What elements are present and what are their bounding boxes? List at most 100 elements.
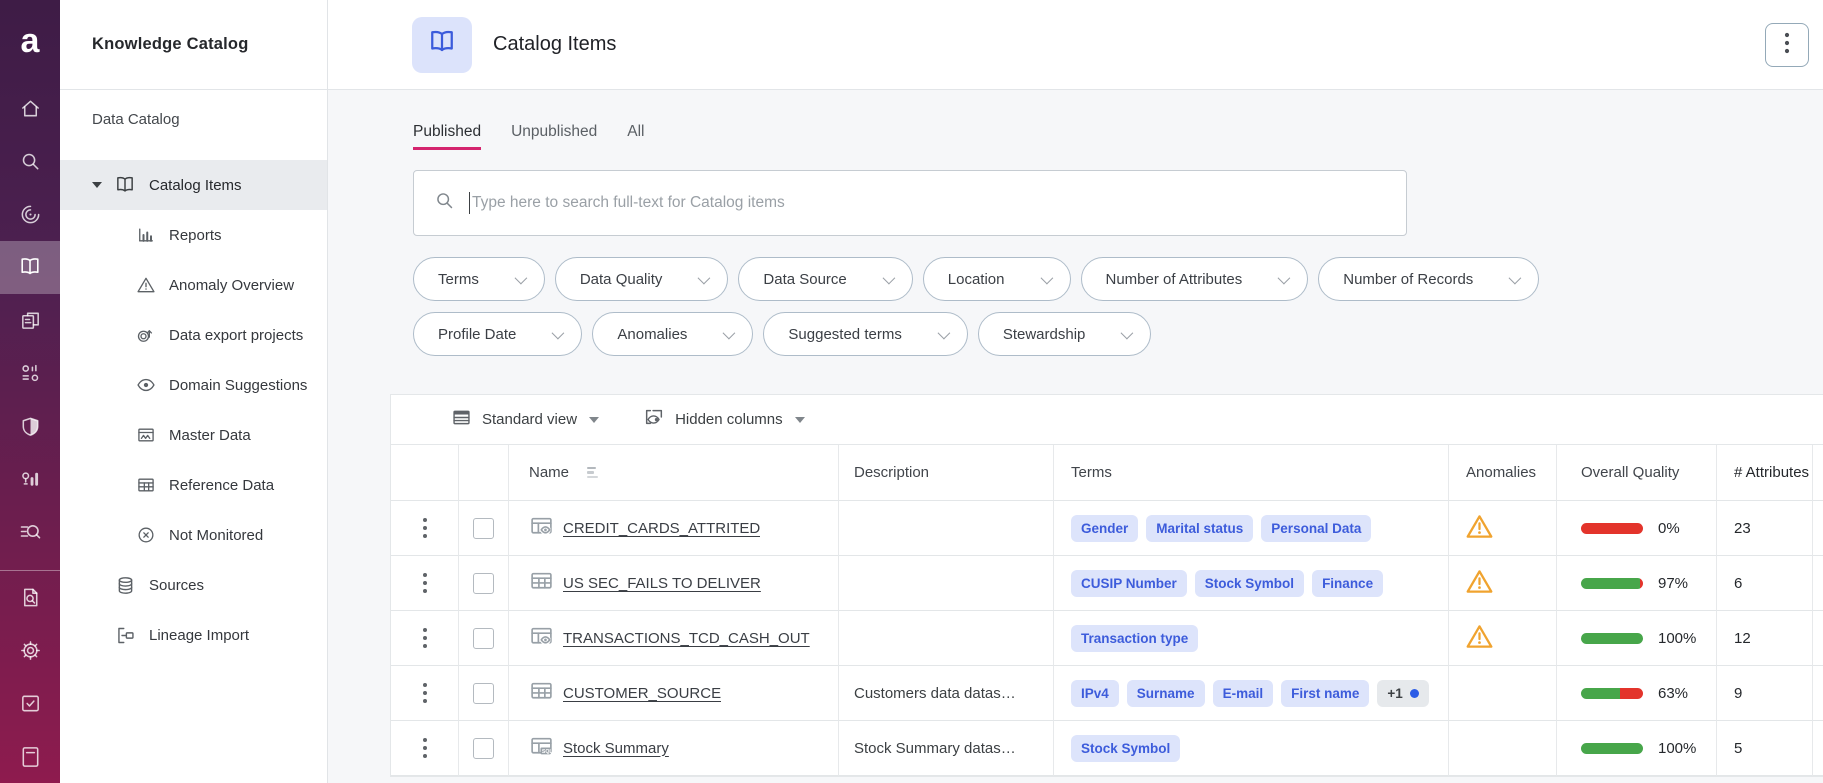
item-name-link[interactable]: CUSTOMER_SOURCE: [563, 685, 721, 702]
document-search-icon[interactable]: [0, 571, 60, 624]
sidebar-item-reports[interactable]: Reports: [60, 210, 327, 260]
row-menu-button[interactable]: [417, 512, 433, 544]
tab-published[interactable]: Published: [413, 123, 481, 150]
row-menu-button[interactable]: [417, 677, 433, 709]
chevron-down-icon: [1278, 271, 1291, 284]
more-terms-chip[interactable]: +1: [1377, 680, 1428, 707]
documents-icon[interactable]: [0, 294, 60, 347]
header-sliver-cell: [1813, 445, 1823, 501]
attribute-count: 5: [1717, 721, 1813, 776]
term-chip[interactable]: Finance: [1312, 570, 1383, 597]
brand-logo[interactable]: a: [0, 0, 60, 82]
insights-icon[interactable]: [0, 453, 60, 506]
item-name-link[interactable]: TRANSACTIONS_TCD_CASH_OUT: [563, 630, 810, 647]
table-rows-icon: [451, 407, 472, 433]
term-chip[interactable]: Surname: [1127, 680, 1205, 707]
home-icon[interactable]: [0, 82, 60, 135]
sidebar-item-not-monitored[interactable]: Not Monitored: [60, 510, 327, 560]
item-name-link[interactable]: US SEC_FAILS TO DELIVER: [563, 575, 761, 592]
warning-triangle-icon: [136, 275, 156, 295]
kebab-menu-icon: [1784, 31, 1790, 58]
sidebar-item-catalog-items[interactable]: Catalog Items: [60, 160, 327, 210]
sidebar-section-label: Data Catalog: [60, 104, 327, 134]
filter-suggested-terms[interactable]: Suggested terms: [763, 312, 967, 356]
card-icon[interactable]: [0, 730, 60, 783]
shield-icon[interactable]: [0, 400, 60, 453]
chevron-down-icon: [514, 271, 527, 284]
row-menu-button[interactable]: [417, 567, 433, 599]
sidebar-item-sources[interactable]: Sources: [60, 560, 327, 610]
chevron-down-icon: [1121, 326, 1134, 339]
quality-percent: 97%: [1658, 575, 1688, 592]
circle-x-icon: [136, 525, 156, 545]
filter-stewardship[interactable]: Stewardship: [978, 312, 1152, 356]
term-chip[interactable]: Transaction type: [1071, 625, 1198, 652]
page-menu-button[interactable]: [1765, 23, 1809, 67]
sidebar-item-reference-data[interactable]: Reference Data: [60, 460, 327, 510]
hidden-columns-selector[interactable]: Hidden columns: [643, 406, 805, 433]
filter-anomalies[interactable]: Anomalies: [592, 312, 753, 356]
page-icon-tile: [412, 17, 472, 73]
filter-data-quality[interactable]: Data Quality: [555, 257, 729, 301]
item-name-link[interactable]: CREDIT_CARDS_ATTRITED: [563, 520, 760, 537]
filter-number-of-attributes[interactable]: Number of Attributes: [1081, 257, 1309, 301]
term-chip[interactable]: IPv4: [1071, 680, 1119, 707]
app-window: a: [0, 0, 1823, 783]
term-chip[interactable]: Marital status: [1146, 515, 1253, 542]
settings-gear-icon[interactable]: [0, 624, 60, 677]
row-checkbox[interactable]: [473, 573, 494, 594]
page-body: Published Unpublished All Terms Data Qua…: [328, 90, 1823, 777]
filter-data-source[interactable]: Data Source: [738, 257, 912, 301]
search-box[interactable]: [413, 170, 1407, 236]
term-chip[interactable]: E-mail: [1213, 680, 1274, 707]
sidebar-item-domain-suggestions[interactable]: Domain Suggestions: [60, 360, 327, 410]
table-header-row: Name Description Terms Anomalies Overall…: [391, 445, 1823, 501]
search-icon[interactable]: [0, 135, 60, 188]
row-checkbox[interactable]: [473, 683, 494, 704]
data-discovery-icon[interactable]: [0, 506, 60, 559]
row-menu-button[interactable]: [417, 732, 433, 764]
profiling-target-icon[interactable]: [0, 188, 60, 241]
row-checkbox[interactable]: [473, 738, 494, 759]
lineage-icon: [115, 625, 136, 646]
search-input[interactable]: [472, 194, 1386, 212]
table-row: US SEC_FAILS TO DELIVER CUSIP Number Sto…: [391, 556, 1823, 611]
main-content: Catalog Items Published Unpublished All: [328, 0, 1823, 783]
filter-number-of-records[interactable]: Number of Records: [1318, 257, 1539, 301]
sidebar-item-lineage-import[interactable]: Lineage Import: [60, 610, 327, 660]
filter-terms[interactable]: Terms: [413, 257, 545, 301]
item-name-link[interactable]: Stock Summary: [563, 740, 669, 757]
row-checkbox[interactable]: [473, 628, 494, 649]
row-menu-button[interactable]: [417, 622, 433, 654]
column-header-description: Description: [839, 445, 1054, 501]
sort-icon[interactable]: [587, 467, 598, 479]
tab-all[interactable]: All: [627, 123, 644, 150]
quality-percent: 100%: [1658, 740, 1696, 757]
filter-profile-date[interactable]: Profile Date: [413, 312, 582, 356]
filter-location[interactable]: Location: [923, 257, 1071, 301]
tasks-check-icon[interactable]: [0, 677, 60, 730]
tab-unpublished[interactable]: Unpublished: [511, 123, 597, 150]
reports-icon[interactable]: [0, 347, 60, 400]
term-chip[interactable]: CUSIP Number: [1071, 570, 1187, 597]
table-grid-icon: [529, 679, 554, 708]
term-chip[interactable]: First name: [1281, 680, 1369, 707]
column-header-name[interactable]: Name: [509, 445, 839, 501]
chevron-down-icon: [1040, 271, 1053, 284]
gear-export-icon: [136, 325, 156, 345]
chevron-down-icon: [1509, 271, 1522, 284]
sidebar-item-anomaly-overview[interactable]: Anomaly Overview: [60, 260, 327, 310]
sidebar-item-master-data[interactable]: Master Data: [60, 410, 327, 460]
term-chip[interactable]: Personal Data: [1261, 515, 1371, 542]
sidebar-item-label: Reference Data: [169, 477, 274, 494]
chevron-down-icon[interactable]: [92, 182, 102, 188]
filter-row-2: Profile Date Anomalies Suggested terms S…: [413, 312, 1823, 356]
term-chip[interactable]: Gender: [1071, 515, 1138, 542]
term-chip[interactable]: Stock Symbol: [1195, 570, 1304, 597]
quality-percent: 0%: [1658, 520, 1680, 537]
catalog-book-icon[interactable]: [0, 241, 60, 294]
row-checkbox[interactable]: [473, 518, 494, 539]
sidebar-item-data-export-projects[interactable]: Data export projects: [60, 310, 327, 360]
term-chip[interactable]: Stock Symbol: [1071, 735, 1180, 762]
view-selector[interactable]: Standard view: [451, 407, 599, 433]
